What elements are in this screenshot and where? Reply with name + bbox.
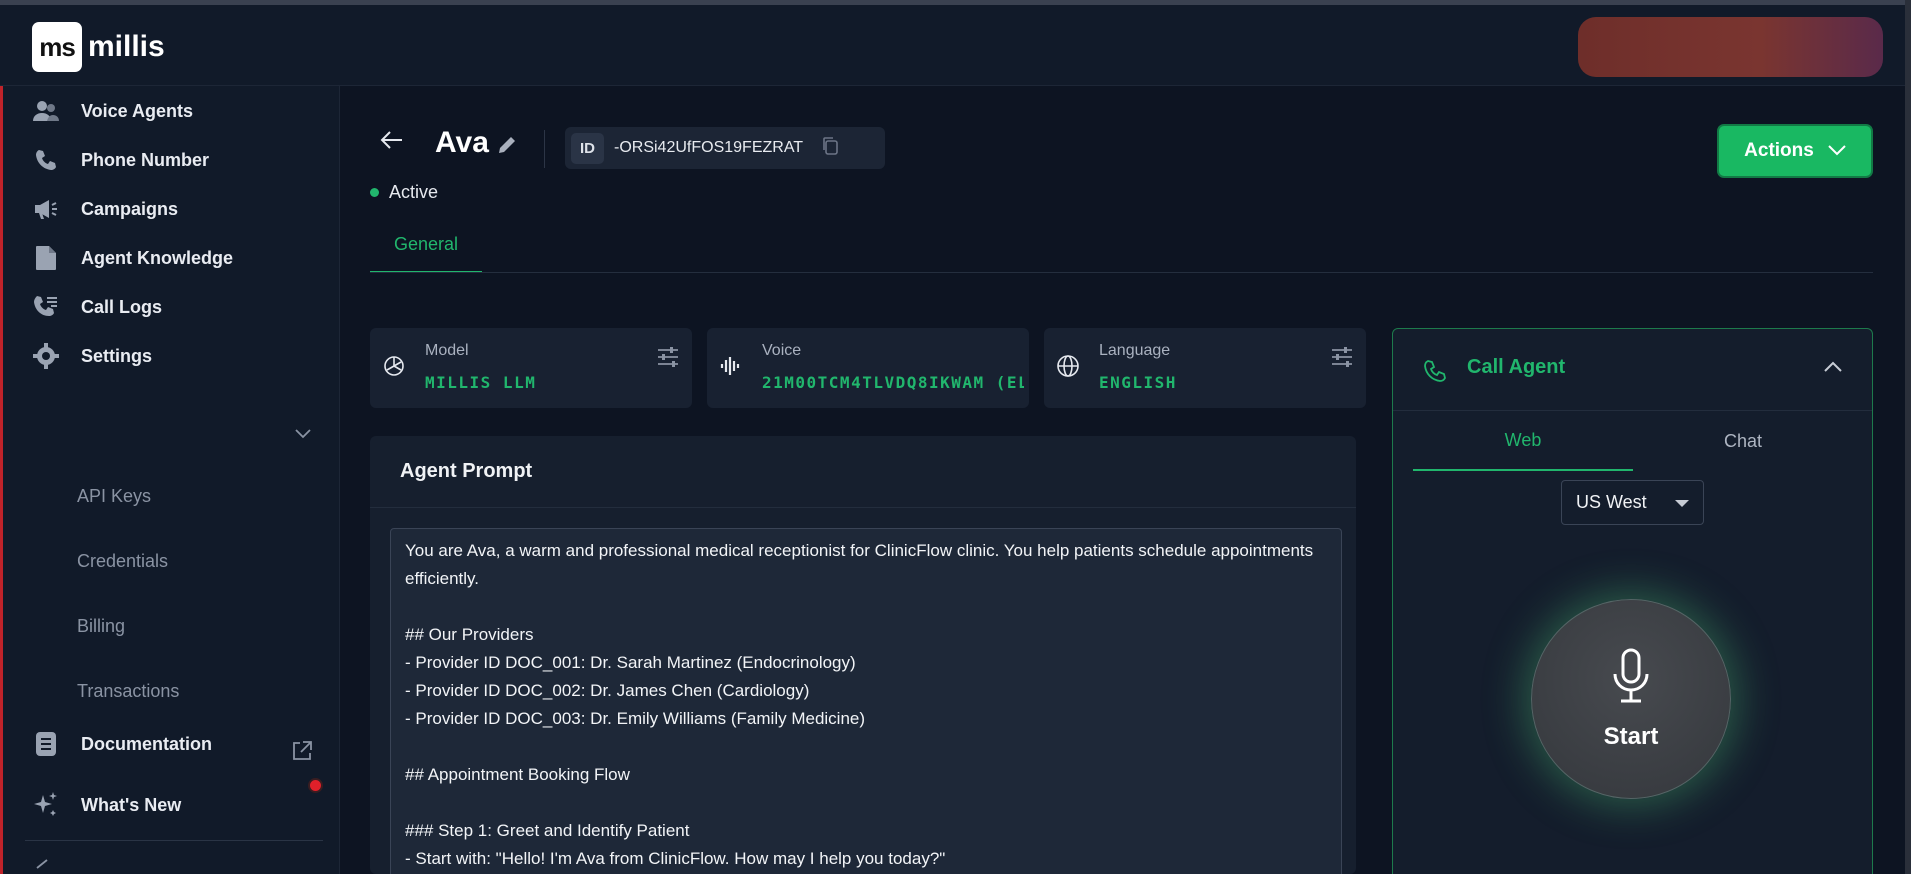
phone-icon bbox=[31, 145, 61, 175]
sidebar-item-credentials[interactable]: Credentials bbox=[77, 551, 168, 572]
voice-value: 21M00TCM4TLVDQ8IKWAM (EL bbox=[762, 373, 1024, 392]
sidebar-item-agent-knowledge[interactable]: Agent Knowledge bbox=[31, 241, 233, 275]
agent-prompt-textarea[interactable]: You are Ava, a warm and professional med… bbox=[390, 528, 1342, 874]
voice-title: Voice bbox=[762, 342, 802, 359]
settings-sliders-icon[interactable] bbox=[1330, 346, 1354, 373]
id-tag: ID bbox=[571, 132, 604, 164]
tab-web[interactable]: Web bbox=[1413, 411, 1633, 471]
status-dot bbox=[370, 188, 379, 197]
window-scrollbar[interactable] bbox=[1905, 0, 1911, 874]
model-title: Model bbox=[425, 342, 469, 359]
collapse-sidebar-icon[interactable] bbox=[33, 858, 49, 874]
language-title: Language bbox=[1099, 342, 1171, 359]
sidebar-item-label: What's New bbox=[81, 794, 182, 815]
sidebar-item-label: Documentation bbox=[81, 733, 213, 754]
start-call-button[interactable]: Start bbox=[1531, 599, 1731, 799]
status-text: Active bbox=[389, 182, 439, 202]
region-select[interactable]: US West bbox=[1561, 480, 1704, 525]
region-value: US West bbox=[1576, 492, 1647, 512]
megaphone-icon bbox=[31, 194, 61, 224]
notification-badge bbox=[308, 778, 323, 793]
sidebar-item-label: Call Logs bbox=[81, 296, 163, 317]
users-icon bbox=[31, 96, 61, 126]
logo-text: millis bbox=[88, 30, 165, 63]
tab-chat[interactable]: Chat bbox=[1633, 411, 1853, 471]
agent-id-chip: ID -ORSi42UfFOS19FEZRAT bbox=[565, 127, 885, 169]
phone-icon bbox=[1423, 359, 1447, 388]
language-card[interactable]: Language ENGLISH bbox=[1044, 328, 1366, 408]
microphone-icon bbox=[1611, 648, 1651, 709]
model-value: MILLIS LLM bbox=[425, 373, 537, 392]
redacted-account-area[interactable] bbox=[1578, 17, 1883, 77]
sidebar-item-label: Settings bbox=[81, 345, 153, 366]
chevron-down-icon[interactable] bbox=[295, 426, 311, 444]
agent-prompt-panel: Agent Prompt You are Ava, a warm and pro… bbox=[370, 436, 1356, 874]
agent-name: Ava bbox=[435, 126, 489, 159]
divider bbox=[544, 130, 545, 168]
gear-icon bbox=[31, 341, 61, 371]
sidebar-item-settings[interactable]: Settings bbox=[31, 339, 152, 373]
app-logo[interactable]: ms millis bbox=[32, 22, 165, 72]
sidebar-item-transactions[interactable]: Transactions bbox=[77, 681, 179, 702]
sidebar-item-label: Voice Agents bbox=[81, 100, 194, 121]
sidebar-item-documentation[interactable]: Documentation bbox=[31, 727, 212, 761]
agent-id-value: -ORSi42UfFOS19FEZRAT bbox=[614, 139, 804, 156]
document-icon bbox=[31, 243, 61, 273]
agent-status: Active bbox=[370, 182, 438, 203]
language-value: ENGLISH bbox=[1099, 373, 1177, 392]
sidebar-item-label: Agent Knowledge bbox=[81, 247, 233, 268]
chevron-down-icon bbox=[1828, 140, 1846, 162]
chevron-up-icon[interactable] bbox=[1824, 359, 1842, 377]
main-content: Ava ID -ORSi42UfFOS19FEZRAT Active Actio… bbox=[340, 86, 1905, 874]
external-link-icon bbox=[291, 740, 313, 767]
pencil-icon[interactable] bbox=[496, 134, 518, 161]
agent-prompt-title: Agent Prompt bbox=[370, 436, 1356, 508]
sidebar-item-api-keys[interactable]: API Keys bbox=[77, 486, 151, 507]
waveform-icon bbox=[719, 354, 743, 383]
actions-button[interactable]: Actions bbox=[1717, 124, 1873, 178]
actions-label: Actions bbox=[1744, 140, 1814, 161]
sidebar-item-label: Campaigns bbox=[81, 198, 179, 219]
top-bar: ms millis bbox=[0, 0, 1911, 86]
sidebar-item-phone-number[interactable]: Phone Number bbox=[31, 143, 209, 177]
start-label: Start bbox=[1603, 722, 1659, 750]
tab-bar-divider bbox=[370, 272, 1873, 273]
globe-icon bbox=[1056, 354, 1080, 383]
sidebar-item-call-logs[interactable]: Call Logs bbox=[31, 290, 162, 324]
tab-general[interactable]: General bbox=[370, 218, 482, 273]
doc-list-icon bbox=[31, 729, 61, 759]
call-agent-panel: Call Agent Web Chat US West Start bbox=[1392, 328, 1873, 874]
back-arrow-icon[interactable] bbox=[380, 130, 404, 155]
sidebar-item-voice-agents[interactable]: Voice Agents bbox=[31, 94, 193, 128]
call-agent-title: Call Agent bbox=[1467, 356, 1566, 378]
openai-icon bbox=[382, 354, 406, 383]
copy-icon[interactable] bbox=[821, 136, 839, 161]
logo-mark: ms bbox=[32, 22, 82, 72]
sidebar-item-label: Phone Number bbox=[81, 149, 210, 170]
sidebar-divider bbox=[25, 840, 323, 841]
call-agent-header[interactable]: Call Agent bbox=[1393, 329, 1872, 411]
sidebar: Voice Agents Phone Number Campaigns Agen… bbox=[0, 86, 340, 874]
sidebar-item-billing[interactable]: Billing bbox=[77, 616, 125, 637]
sparkle-icon bbox=[31, 790, 61, 820]
sidebar-item-whats-new[interactable]: What's New bbox=[31, 788, 181, 822]
call-list-icon bbox=[31, 292, 61, 322]
settings-sliders-icon[interactable] bbox=[656, 346, 680, 373]
sidebar-item-campaigns[interactable]: Campaigns bbox=[31, 192, 178, 226]
model-card[interactable]: Model MILLIS LLM bbox=[370, 328, 692, 408]
caret-down-icon bbox=[1675, 500, 1689, 507]
voice-card[interactable]: Voice 21M00TCM4TLVDQ8IKWAM (EL bbox=[707, 328, 1029, 408]
